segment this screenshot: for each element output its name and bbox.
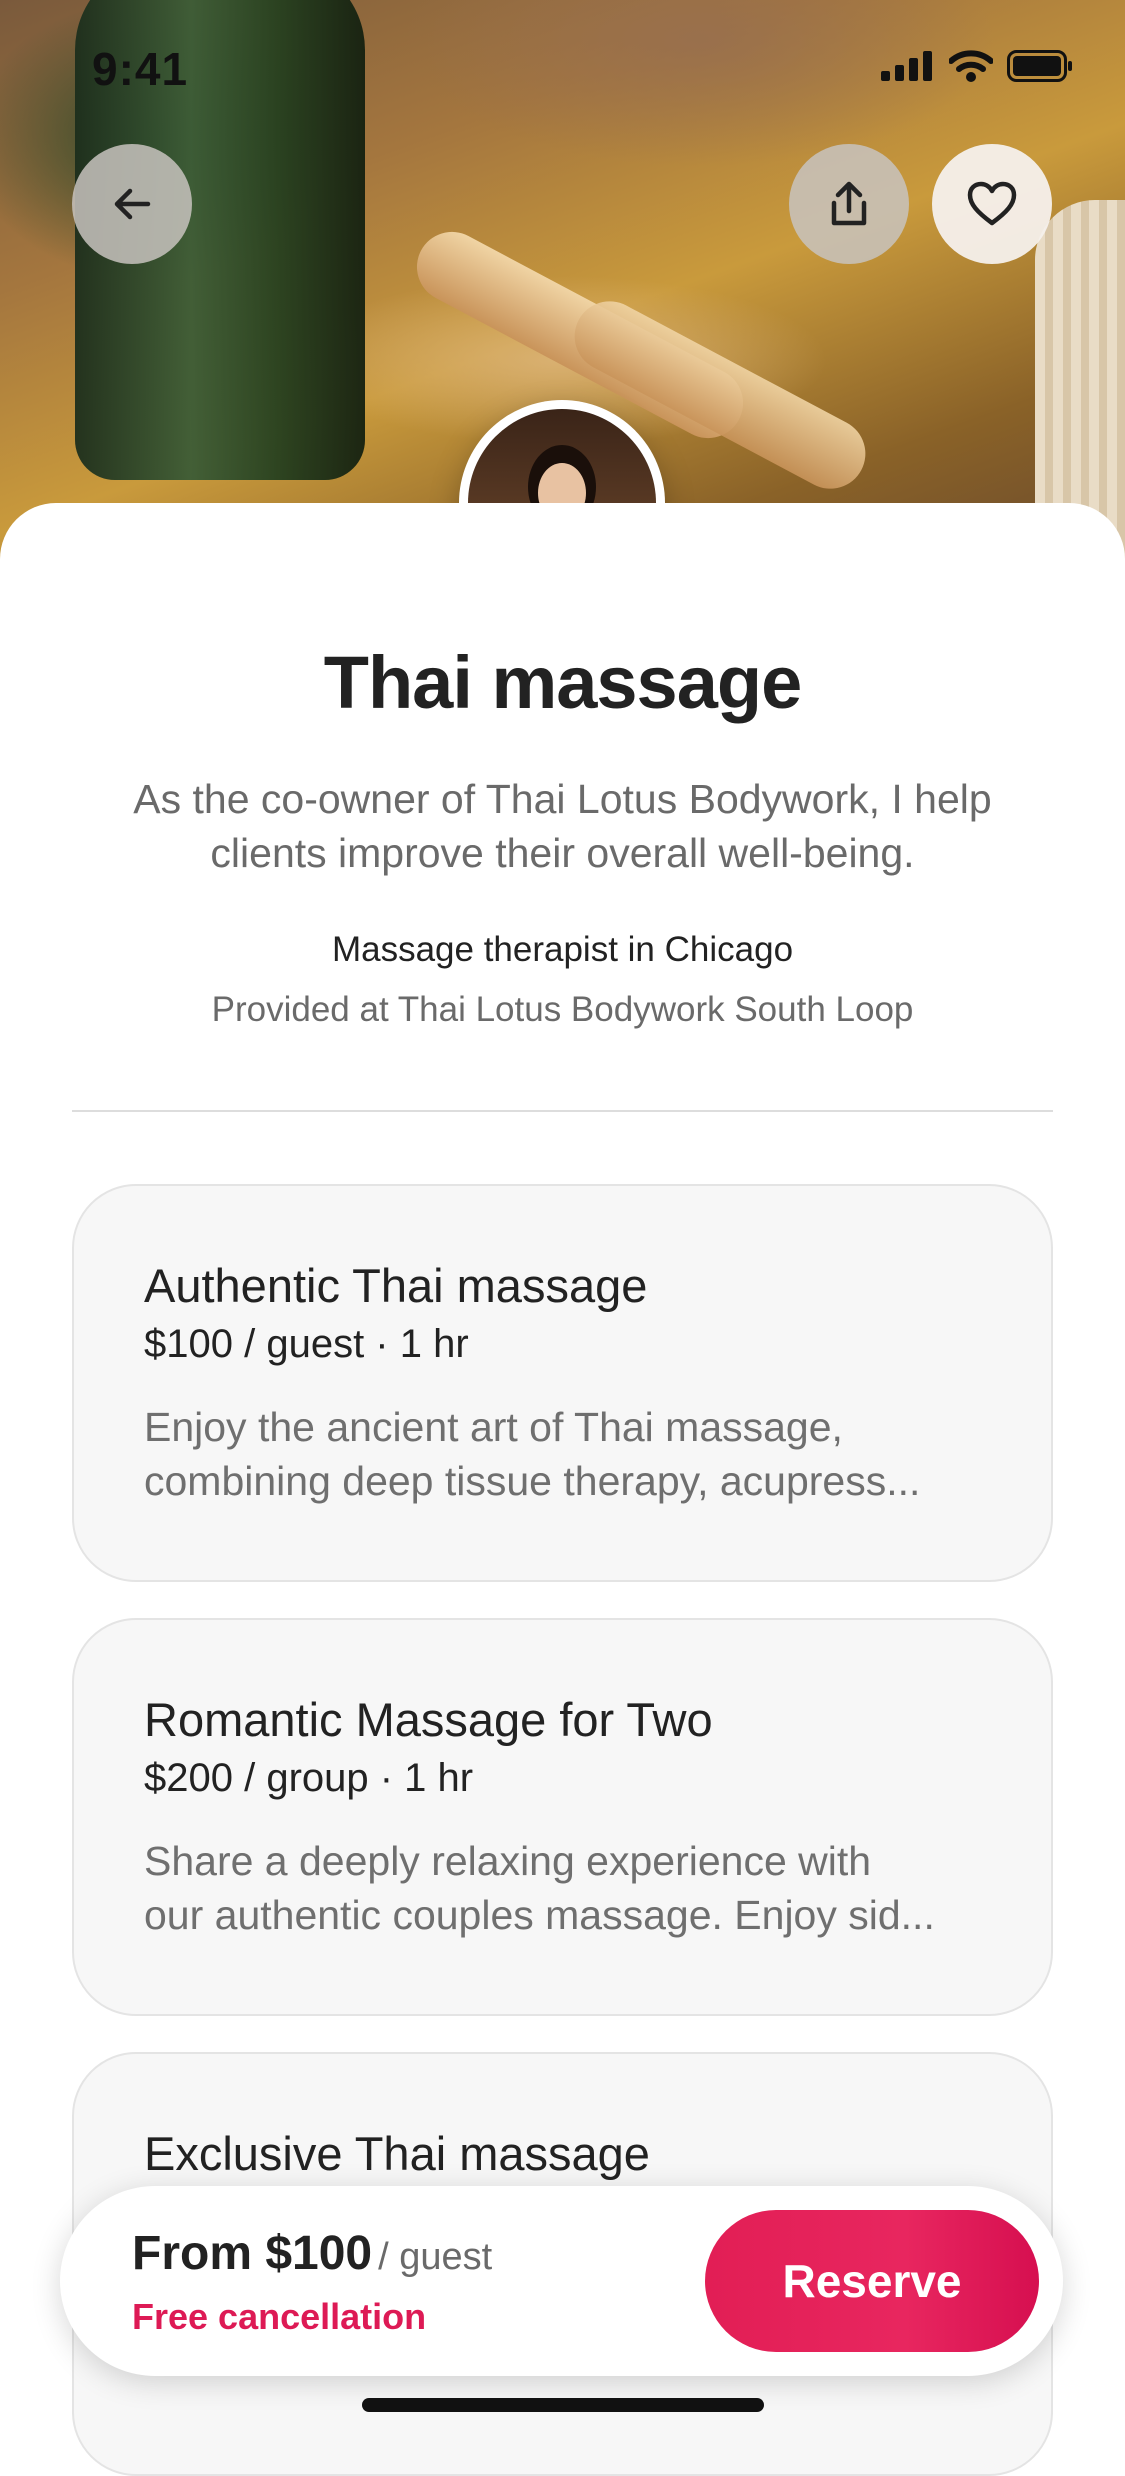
provider-role: Massage therapist in Chicago [331, 930, 794, 969]
back-button[interactable] [72, 144, 192, 264]
cellular-signal-icon [881, 51, 932, 81]
home-indicator [362, 2398, 764, 2412]
offering-card[interactable]: Romantic Massage for Two $200 / group · … [72, 1618, 1053, 2016]
service-description: As the co-owner of Thai Lotus Bodywork, … [133, 776, 992, 876]
battery-icon [1007, 50, 1072, 82]
offering-title: Authentic Thai massage [144, 1259, 648, 1312]
price-unit: / guest [378, 2236, 493, 2278]
offering-description-line: Enjoy the ancient art of Thai massage, [144, 1404, 843, 1450]
page-title: Thai massage [323, 641, 802, 724]
offering-price: $200 / group · 1 hr [144, 1756, 474, 1800]
divider [72, 1110, 1053, 1112]
offering-card[interactable]: Authentic Thai massage $100 / guest · 1 … [72, 1184, 1053, 1582]
offering-description-line: Share a deeply relaxing experience with [144, 1838, 872, 1884]
cancellation-policy[interactable]: Free cancellation [132, 2296, 426, 2338]
status-time: 9:41 [92, 43, 189, 95]
status-icons [881, 50, 1073, 82]
booking-bar: From $100/ guest Free cancellation Reser… [60, 2186, 1063, 2376]
arrow-left-icon [114, 188, 151, 220]
save-button[interactable] [932, 144, 1052, 264]
offering-price: $100 / guest · 1 hr [144, 1322, 469, 1366]
reserve-button[interactable]: Reserve [705, 2210, 1039, 2352]
heart-icon [967, 181, 1017, 226]
offering-description-line: our authentic couples massage. Enjoy sid… [144, 1892, 935, 1938]
offering-description: Share a deeply relaxing experience with … [144, 1834, 994, 1942]
offering-title: Romantic Massage for Two [144, 1693, 713, 1746]
price-value: From $100 [132, 2227, 373, 2280]
service-location: Provided at Thai Lotus Bodywork South Lo… [211, 990, 914, 1029]
price-summary: From $100/ guest [132, 2226, 492, 2281]
offering-description: Enjoy the ancient art of Thai massage, c… [144, 1400, 994, 1508]
share-icon [831, 181, 867, 226]
wifi-icon [949, 50, 993, 82]
offering-description-line: combining deep tissue therapy, acupress.… [144, 1458, 921, 1504]
offering-title: Exclusive Thai massage [144, 2127, 650, 2180]
share-button[interactable] [789, 144, 909, 264]
